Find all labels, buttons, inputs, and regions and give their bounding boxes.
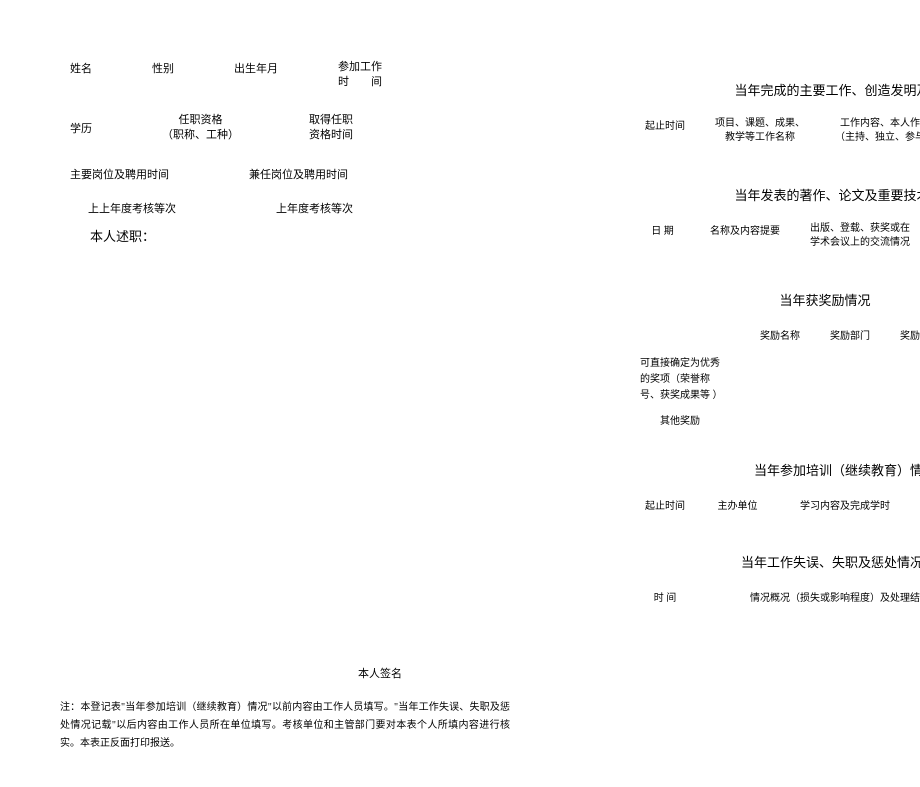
qual-time-label: 取得任职 资格时间 xyxy=(309,113,353,144)
section2-header: 日 期 名称及内容提要 出版、登载、获奖或在 学术会议上的交流情况 全（独） xyxy=(640,222,920,250)
section4-header: 起止时间 主办单位 学习内容及完成学时 成 xyxy=(640,497,920,512)
section1-header: 起止时间 项目、课题、成果、 教学等工作名称 工作内容、本人作用 （主持、独立、… xyxy=(640,117,920,145)
section4-title: 当年参加培训（继续教育）情况 xyxy=(640,460,920,479)
basic-info-row-2: 学历 任职资格 （职称、工种） 取得任职 资格时间 xyxy=(70,113,510,144)
name-label: 姓名 xyxy=(70,60,92,91)
note-text: 注：本登记表"当年参加培训（继续教育）情况"以前内容由工作人员填写。"当年工作失… xyxy=(60,699,510,753)
section-work: 当年完成的主要工作、创造发明及成果 起止时间 项目、课题、成果、 教学等工作名称… xyxy=(640,80,920,145)
s1-col3: 工作内容、本人作用 （主持、独立、参与） xyxy=(830,117,920,145)
gender-label: 性别 xyxy=(152,60,174,91)
s1-col1: 起止时间 xyxy=(640,117,690,145)
registrar-signature-label: 登记人签名： xyxy=(640,634,920,650)
assessment-row: 上上年度考核等次 上年度考核等次 xyxy=(70,200,510,216)
work-start-label: 参加工作 时 间 xyxy=(338,60,382,91)
prev-assess-label: 上年度考核等次 xyxy=(276,200,353,216)
self-signature-label: 本人签名 xyxy=(250,665,510,681)
s4-col2: 主办单位 xyxy=(710,497,765,512)
left-page: 姓名 性别 出生年月 参加工作 时 间 学历 任职资格 （职称、工种） 取得任职… xyxy=(70,60,510,753)
s2-col2: 名称及内容提要 xyxy=(705,222,785,250)
award-row-direct: 可直接确定为优秀 的奖项（荣誉称 号、获奖成果等 ） xyxy=(640,356,920,404)
section3-title: 当年获奖励情况 xyxy=(600,290,920,309)
s1-col2: 项目、课题、成果、 教学等工作名称 xyxy=(710,117,810,145)
section5-header: 时 间 情况概况（损失或影响程度）及处理结果 xyxy=(640,589,920,604)
section-awards: 当年获奖励情况 奖励名称 奖励部门 奖励级别 可直接确定为优秀 的奖项（荣誉称 … xyxy=(640,290,920,430)
main-post-label: 主要岗位及聘用时间 xyxy=(70,166,169,182)
section3-header: 奖励名称 奖励部门 奖励级别 xyxy=(760,327,920,342)
s5-col2: 情况概况（损失或影响程度）及处理结果 xyxy=(750,589,920,604)
s5-col1: 时 间 xyxy=(640,589,690,604)
s2-col1: 日 期 xyxy=(640,222,685,250)
post-row: 主要岗位及聘用时间 兼任岗位及聘用时间 xyxy=(70,166,510,182)
award-row-other: 其他奖励 xyxy=(660,414,920,430)
section-mistakes: 当年工作失误、失职及惩处情况记载 时 间 情况概况（损失或影响程度）及处理结果 xyxy=(640,552,920,604)
section-publications: 当年发表的著作、论文及重要技术报告 日 期 名称及内容提要 出版、登载、获奖或在… xyxy=(640,185,920,250)
prev-prev-assess-label: 上上年度考核等次 xyxy=(88,200,176,216)
concurrent-post-label: 兼任岗位及聘用时间 xyxy=(249,166,348,182)
s4-col3: 学习内容及完成学时 xyxy=(785,497,905,512)
right-page: 当年完成的主要工作、创造发明及成果 起止时间 项目、课题、成果、 教学等工作名称… xyxy=(640,80,920,650)
s3-hcol1: 奖励名称 xyxy=(760,327,800,342)
section1-title: 当年完成的主要工作、创造发明及成果 xyxy=(640,80,920,99)
section-training: 当年参加培训（继续教育）情况 起止时间 主办单位 学习内容及完成学时 成 xyxy=(640,460,920,512)
s3-hcol2: 奖励部门 xyxy=(830,327,870,342)
self-report-label: 本人述职： xyxy=(90,226,510,245)
section5-title: 当年工作失误、失职及惩处情况记载 xyxy=(640,552,920,571)
qualification-label: 任职资格 （职称、工种） xyxy=(162,113,239,144)
section2-title: 当年发表的著作、论文及重要技术报告 xyxy=(640,185,920,204)
birth-label: 出生年月 xyxy=(234,60,278,91)
s4-col1: 起止时间 xyxy=(640,497,690,512)
s2-col3: 出版、登载、获奖或在 学术会议上的交流情况 xyxy=(805,222,915,250)
s3-hcol3: 奖励级别 xyxy=(900,327,920,342)
education-label: 学历 xyxy=(70,120,92,136)
basic-info-row-1: 姓名 性别 出生年月 参加工作 时 间 xyxy=(70,60,510,91)
